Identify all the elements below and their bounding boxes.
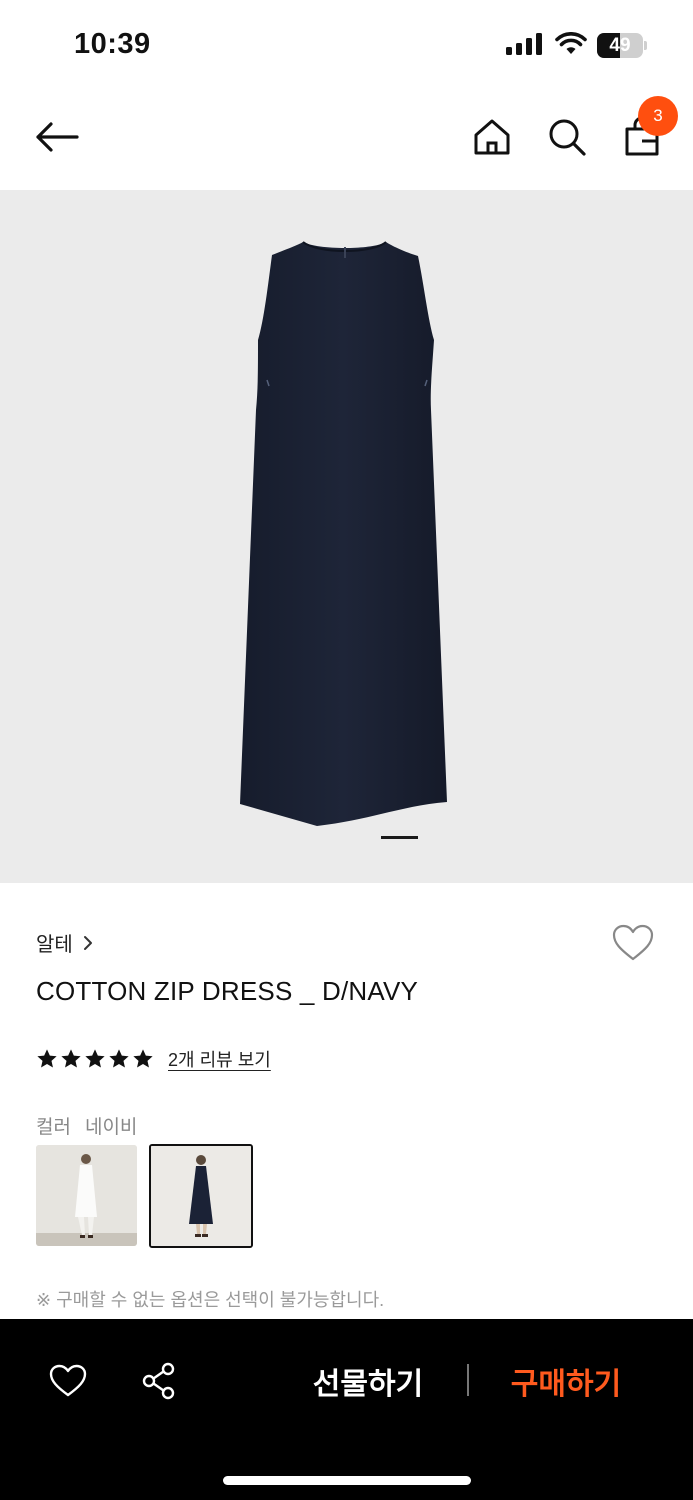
bottom-action-bar: 선물하기 구매하기 — [0, 1319, 693, 1500]
search-button[interactable] — [545, 114, 589, 160]
brand-name: 알테 — [36, 934, 73, 956]
battery-level-text: 49 — [609, 35, 631, 56]
star-icon — [37, 1049, 57, 1068]
star-icon — [133, 1049, 153, 1068]
product-name: COTTON ZIP DRESS _ D/NAVY — [36, 976, 419, 1006]
chevron-right-icon — [83, 935, 92, 950]
color-label: 컬러 — [36, 1117, 71, 1138]
star-icon — [85, 1049, 105, 1068]
back-button[interactable] — [30, 114, 84, 160]
home-indicator — [223, 1476, 471, 1485]
white-dress-thumbnail — [36, 1145, 137, 1246]
product-image-carousel[interactable] — [0, 190, 693, 883]
color-row: 컬러 네이비 — [36, 1112, 137, 1139]
share-button[interactable] — [138, 1359, 180, 1403]
rating-stars — [36, 1048, 154, 1070]
home-icon — [474, 119, 510, 155]
heart-outline-icon — [612, 924, 654, 961]
review-link[interactable]: 2개 리뷰 보기 — [168, 1046, 271, 1072]
home-button[interactable] — [470, 114, 514, 160]
bottom-wishlist-button[interactable] — [45, 1359, 91, 1403]
rating-row: 2개 리뷰 보기 — [36, 1046, 271, 1072]
action-divider — [467, 1364, 469, 1396]
star-icon — [109, 1049, 129, 1068]
share-icon — [142, 1362, 175, 1400]
navy-sleeveless-dress-image — [240, 241, 447, 826]
status-bar: 10:39 49 — [0, 0, 693, 92]
brand-link[interactable]: 알테 — [36, 928, 93, 957]
buy-button[interactable]: 구매하기 — [498, 1359, 634, 1403]
battery-icon: 49 — [597, 33, 647, 58]
heart-icon — [49, 1364, 87, 1397]
back-arrow-icon — [36, 122, 79, 152]
carousel-indicator — [381, 836, 418, 839]
search-icon — [549, 119, 586, 156]
status-time: 10:39 — [74, 28, 151, 60]
navy-dress-thumbnail — [151, 1146, 251, 1246]
cellular-signal-icon — [506, 33, 542, 55]
star-icon — [61, 1049, 81, 1068]
color-value: 네이비 — [84, 1117, 138, 1138]
gift-button[interactable]: 선물하기 — [300, 1359, 436, 1403]
option-note: ※ 구매할 수 없는 옵션은 선택이 불가능합니다. — [36, 1290, 385, 1310]
color-swatch-white[interactable] — [36, 1145, 137, 1246]
wishlist-button[interactable] — [608, 920, 658, 966]
cart-count-badge: 3 — [638, 96, 678, 136]
top-nav — [0, 92, 693, 190]
wifi-icon — [555, 32, 587, 54]
color-swatch-navy[interactable] — [149, 1144, 253, 1248]
